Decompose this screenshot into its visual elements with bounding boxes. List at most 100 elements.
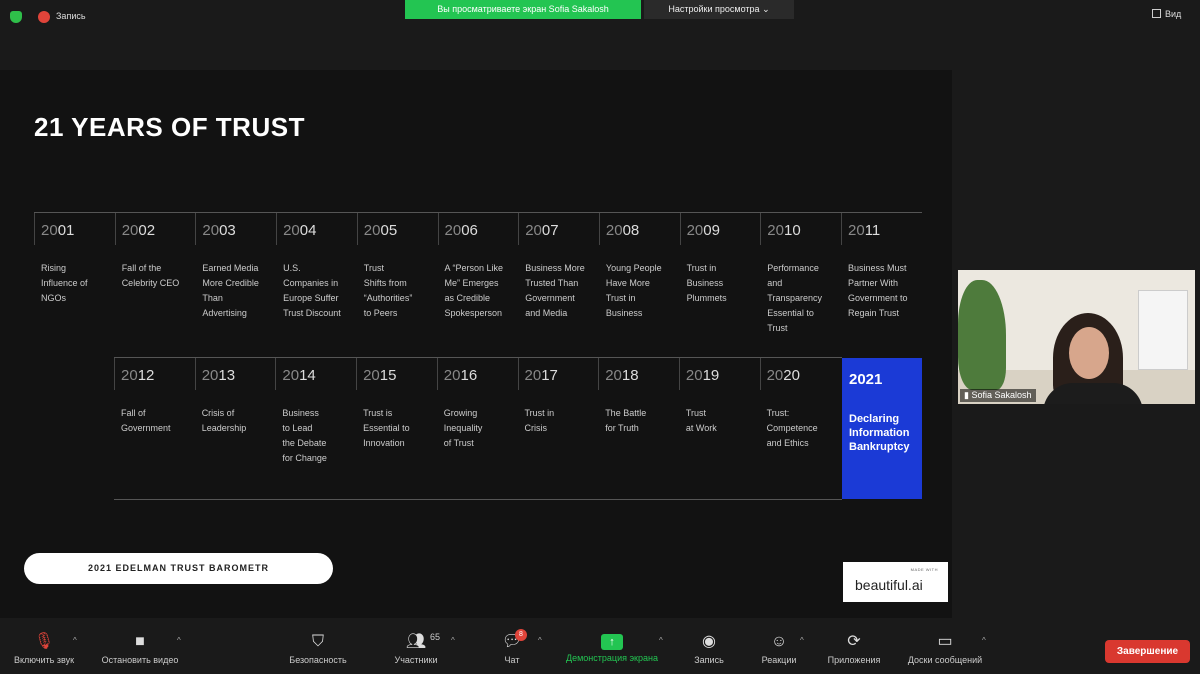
apps-label: Приложения <box>827 655 881 665</box>
year-separator <box>760 213 762 245</box>
year-label: 2003 <box>202 222 282 239</box>
shelf-image <box>1138 290 1188 370</box>
whiteboards-options-caret[interactable]: ^ <box>982 636 986 645</box>
year-digits: 19 <box>702 367 720 384</box>
whiteboards-button[interactable]: ▭ Доски сообщений <box>898 628 992 674</box>
year-description: Business to Lead the Debate for Change <box>282 408 327 463</box>
year-digits: 20 <box>783 367 800 384</box>
year-separator <box>194 358 196 390</box>
year-label: 2006 <box>445 222 525 239</box>
mute-button[interactable]: 🎙︎ Включить звук <box>4 628 84 674</box>
year-century: 20 <box>202 222 220 239</box>
record-button[interactable]: ◉ Запись <box>688 628 730 674</box>
row2-year-cell: 2018 The Battle for Truth <box>605 367 685 436</box>
recording-icon <box>38 11 50 23</box>
year-century: 20 <box>282 367 300 384</box>
participants-options-caret[interactable]: ^ <box>451 636 455 645</box>
year-description: Trust in Crisis <box>524 408 555 433</box>
row1-year-cell: 2003 Earned Media More Credible Than Adve… <box>202 222 282 321</box>
row2-year-cell: 2019 Trust at Work <box>686 367 766 436</box>
share-screen-icon: ↑ <box>601 634 623 650</box>
highlight-year: 2021 <box>849 371 883 388</box>
reactions-options-caret[interactable]: ^ <box>800 636 804 645</box>
year-description: Fall of Government <box>121 408 171 433</box>
year-separator <box>114 358 115 390</box>
year-digits: 17 <box>541 367 558 384</box>
year-description: Earned Media More Credible Than Advertis… <box>202 263 259 318</box>
year-label: 2007 <box>525 222 605 239</box>
year-description: Crisis of Leadership <box>201 408 247 433</box>
mute-label: Включить звук <box>13 655 75 665</box>
view-icon <box>1152 9 1161 18</box>
video-options-caret[interactable]: ^ <box>177 636 181 645</box>
chat-options-caret[interactable]: ^ <box>538 636 542 645</box>
year-description: Performance and Transparency Essential t… <box>767 263 822 333</box>
recording-label: Запись <box>56 11 86 21</box>
footer-pill: 2021 EDELMAN TRUST BAROMETR <box>24 553 333 584</box>
year-separator <box>759 358 761 390</box>
video-label: Остановить видео <box>101 655 179 665</box>
year-label: 2017 <box>525 367 605 384</box>
year-description: Trust at Work <box>685 408 717 433</box>
mute-options-caret[interactable]: ^ <box>73 636 77 645</box>
apps-button[interactable]: ⟳ Приложения <box>820 628 888 674</box>
view-button-label: Вид <box>1165 9 1182 19</box>
participants-count: 65 <box>430 632 441 642</box>
row1-year-cell: 2008 Young People Have More Trust in Busi… <box>606 222 686 321</box>
year-digits: 01 <box>57 222 75 239</box>
share-screen-button[interactable]: ↑ Демонстрация экрана <box>556 628 668 674</box>
year-description: Growing Inequality of Trust <box>443 408 483 448</box>
security-button[interactable]: ⛉ Безопасность <box>280 628 356 674</box>
meeting-toolbar: 🎙︎ Включить звук ^ ■ Остановить видео ^ … <box>0 628 1200 674</box>
share-screen-label: Демонстрация экрана <box>566 653 658 663</box>
view-options-button[interactable]: Настройки просмотра ⌄ <box>644 0 794 19</box>
view-button[interactable]: Вид <box>1152 9 1196 25</box>
top-bar: Запись Вы просматриваете экран Sofia Sak… <box>0 0 1200 34</box>
highlight-year-card: 2021 Declaring Information Bankruptcy <box>842 358 922 499</box>
row1-year-cell: 2011 Business Must Partner With Governmen… <box>848 222 928 321</box>
year-century: 20 <box>767 222 784 239</box>
timeline-top-line <box>34 212 922 213</box>
year-description: A “Person Like Me” Emerges as Credible S… <box>444 263 504 318</box>
year-separator <box>841 213 842 245</box>
year-description: Young People Have More Trust in Business <box>605 263 662 318</box>
row1-year-cell: 2002 Fall of the Celebrity CEO <box>122 222 202 291</box>
year-digits: 13 <box>218 367 236 384</box>
year-century: 20 <box>443 367 461 384</box>
row1-year-cell: 2005 Trust Shifts from “Authorities” to P… <box>364 222 444 321</box>
year-century: 20 <box>686 222 704 239</box>
year-digits: 04 <box>299 222 317 239</box>
year-separator <box>114 213 116 245</box>
year-century: 20 <box>605 222 623 239</box>
year-label: 2009 <box>687 222 767 239</box>
row1-year-cell: 2010 Performance and Transparency Essenti… <box>767 222 847 336</box>
video-button[interactable]: ■ Остановить видео <box>94 628 186 674</box>
end-meeting-button[interactable]: Завершение <box>1105 640 1190 663</box>
reactions-button[interactable]: ☺ Реакции <box>756 628 802 674</box>
year-separator <box>679 213 681 245</box>
year-separator <box>356 358 358 390</box>
whiteboard-icon: ▭ <box>937 633 953 650</box>
participant-face <box>1069 327 1109 379</box>
year-description: The Battle for Truth <box>605 408 647 433</box>
year-label: 2013 <box>202 367 282 384</box>
row1-year-cell: 2006 A “Person Like Me” Emerges as Credib… <box>445 222 525 321</box>
year-description: Trust Shifts from “Authorities” to Peers <box>363 263 413 318</box>
record-icon: ◉ <box>702 633 716 650</box>
year-digits: 14 <box>299 367 316 384</box>
row2-year-cell: 2016 Growing Inequality of Trust <box>444 367 524 451</box>
share-options-caret[interactable]: ^ <box>659 636 663 645</box>
plant-image <box>958 280 1006 390</box>
chat-label: Чат <box>504 655 520 665</box>
year-digits: 07 <box>541 222 559 239</box>
participant-video-tile[interactable]: ▮ Sofia Sakalosh <box>958 270 1195 404</box>
year-century: 20 <box>201 367 219 384</box>
year-separator <box>678 358 680 390</box>
security-shield-icon[interactable] <box>10 11 22 23</box>
year-description: Business More Trusted Than Government an… <box>525 263 585 318</box>
year-description: Fall of the Celebrity CEO <box>121 263 180 288</box>
year-separator <box>517 358 519 390</box>
signal-icon: ▮ <box>964 390 969 400</box>
year-digits: 08 <box>622 222 640 239</box>
reactions-smiley-icon: ☺ <box>770 633 788 650</box>
